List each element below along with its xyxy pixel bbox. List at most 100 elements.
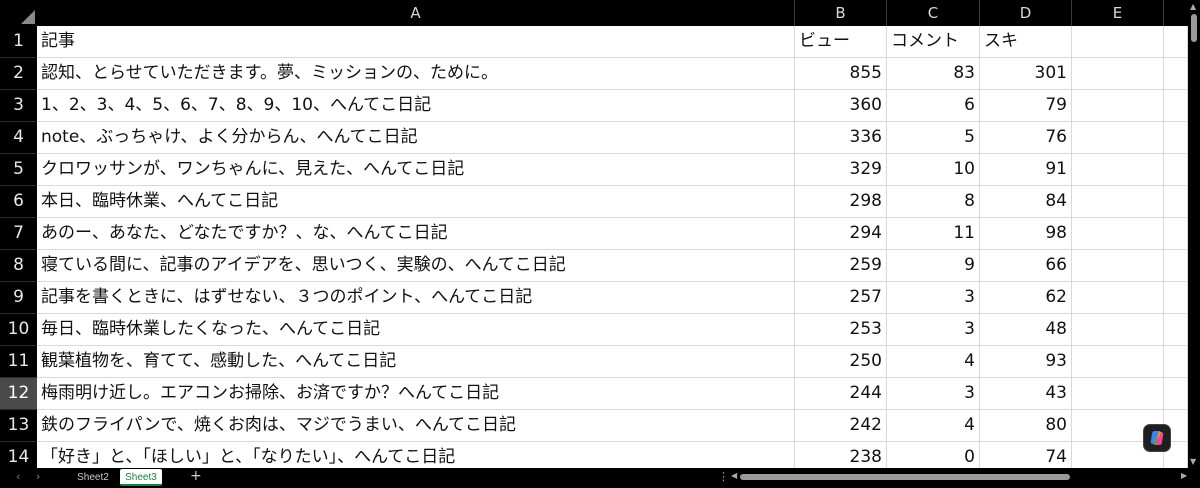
- cell-d5[interactable]: 91: [980, 154, 1072, 186]
- horizontal-scrollbar[interactable]: [740, 474, 1178, 482]
- row-header[interactable]: 7: [0, 218, 37, 250]
- row-header[interactable]: 1: [0, 26, 37, 58]
- cell-a1[interactable]: 記事: [37, 26, 795, 58]
- cell-f2[interactable]: [1164, 58, 1188, 90]
- cell-d9[interactable]: 62: [980, 282, 1072, 314]
- tab-sheet3[interactable]: Sheet3: [120, 469, 162, 486]
- column-header-e[interactable]: E: [1072, 0, 1164, 26]
- cell-d10[interactable]: 48: [980, 314, 1072, 346]
- cell-f12[interactable]: [1164, 378, 1188, 410]
- vertical-scrollbar[interactable]: ▲ ▼: [1188, 0, 1200, 468]
- cell-e6[interactable]: [1072, 186, 1164, 218]
- row-header[interactable]: 12: [0, 378, 37, 410]
- cell-b5[interactable]: 329: [795, 154, 887, 186]
- cell-d8[interactable]: 66: [980, 250, 1072, 282]
- cell-d7[interactable]: 98: [980, 218, 1072, 250]
- column-header-a[interactable]: A: [37, 0, 795, 26]
- cell-f10[interactable]: [1164, 314, 1188, 346]
- cell-e5[interactable]: [1072, 154, 1164, 186]
- cell-c6[interactable]: 8: [887, 186, 980, 218]
- row-header[interactable]: 10: [0, 314, 37, 346]
- cell-a9[interactable]: 記事を書くときに、はずせない、３つのポイント、へんてこ日記: [37, 282, 795, 314]
- row-header[interactable]: 4: [0, 122, 37, 154]
- cell-a13[interactable]: 鉄のフライパンで、焼くお肉は、マジでうまい、へんてこ日記: [37, 410, 795, 442]
- row-header[interactable]: 2: [0, 58, 37, 90]
- cell-d11[interactable]: 93: [980, 346, 1072, 378]
- cell-c11[interactable]: 4: [887, 346, 980, 378]
- cell-f11[interactable]: [1164, 346, 1188, 378]
- cell-c9[interactable]: 3: [887, 282, 980, 314]
- cell-a8[interactable]: 寝ている間に、記事のアイデアを、思いつく、実験の、へんてこ日記: [37, 250, 795, 282]
- cell-a3[interactable]: 1、2、3、4、5、6、7、8、9、10、へんてこ日記: [37, 90, 795, 122]
- cell-d3[interactable]: 79: [980, 90, 1072, 122]
- row-header[interactable]: 13: [0, 410, 37, 442]
- cell-e7[interactable]: [1072, 218, 1164, 250]
- cell-a14[interactable]: 「好き」と、「ほしい」と、「なりたい」、へんてこ日記: [37, 442, 795, 468]
- cell-c1[interactable]: コメント: [887, 26, 980, 58]
- scroll-right-icon[interactable]: ▶: [1181, 471, 1187, 480]
- cell-b11[interactable]: 250: [795, 346, 887, 378]
- cell-a4[interactable]: note、ぶっちゃけ、よく分からん、へんてこ日記: [37, 122, 795, 154]
- prev-sheet-icon[interactable]: ‹: [16, 470, 20, 483]
- row-header[interactable]: 5: [0, 154, 37, 186]
- cell-a5[interactable]: クロワッサンが、ワンちゃんに、見えた、へんてこ日記: [37, 154, 795, 186]
- cell-f8[interactable]: [1164, 250, 1188, 282]
- row-header[interactable]: 3: [0, 90, 37, 122]
- cell-c3[interactable]: 6: [887, 90, 980, 122]
- cell-c5[interactable]: 10: [887, 154, 980, 186]
- cell-b6[interactable]: 298: [795, 186, 887, 218]
- cell-e3[interactable]: [1072, 90, 1164, 122]
- cell-d4[interactable]: 76: [980, 122, 1072, 154]
- cell-b1[interactable]: ビュー: [795, 26, 887, 58]
- cell-b7[interactable]: 294: [795, 218, 887, 250]
- cell-b14[interactable]: 238: [795, 442, 887, 468]
- cell-d12[interactable]: 43: [980, 378, 1072, 410]
- cell-a12[interactable]: 梅雨明け近し。エアコンお掃除、お済ですか？へんてこ日記: [37, 378, 795, 410]
- cell-b2[interactable]: 855: [795, 58, 887, 90]
- cell-f1[interactable]: [1164, 26, 1188, 58]
- row-header[interactable]: 8: [0, 250, 37, 282]
- scroll-left-icon[interactable]: ◀: [731, 471, 737, 480]
- cell-f7[interactable]: [1164, 218, 1188, 250]
- copilot-button[interactable]: [1143, 424, 1171, 452]
- column-header-b[interactable]: B: [795, 0, 887, 26]
- cell-b3[interactable]: 360: [795, 90, 887, 122]
- vertical-scroll-thumb[interactable]: [1191, 14, 1197, 42]
- cell-d2[interactable]: 301: [980, 58, 1072, 90]
- add-sheet-button[interactable]: +: [190, 468, 202, 484]
- row-header[interactable]: 14: [0, 442, 37, 468]
- cell-b4[interactable]: 336: [795, 122, 887, 154]
- cell-a7[interactable]: あのー、あなた、どなたですか？、な、へんてこ日記: [37, 218, 795, 250]
- cell-f4[interactable]: [1164, 122, 1188, 154]
- cell-d13[interactable]: 80: [980, 410, 1072, 442]
- cell-e11[interactable]: [1072, 346, 1164, 378]
- cell-e12[interactable]: [1072, 378, 1164, 410]
- cell-e1[interactable]: [1072, 26, 1164, 58]
- cell-e8[interactable]: [1072, 250, 1164, 282]
- cell-a6[interactable]: 本日、臨時休業、へんてこ日記: [37, 186, 795, 218]
- cell-c2[interactable]: 83: [887, 58, 980, 90]
- cell-e4[interactable]: [1072, 122, 1164, 154]
- cell-e9[interactable]: [1072, 282, 1164, 314]
- select-all-button[interactable]: [0, 0, 38, 26]
- cell-b12[interactable]: 244: [795, 378, 887, 410]
- column-header-c[interactable]: C: [887, 0, 980, 26]
- cell-a10[interactable]: 毎日、臨時休業したくなった、へんてこ日記: [37, 314, 795, 346]
- row-header[interactable]: 11: [0, 346, 37, 378]
- scroll-down-icon[interactable]: ▼: [1190, 457, 1196, 466]
- cell-f9[interactable]: [1164, 282, 1188, 314]
- cell-b8[interactable]: 259: [795, 250, 887, 282]
- cell-a2[interactable]: 認知、とらせていただきます。夢、ミッションの、ために。: [37, 58, 795, 90]
- next-sheet-icon[interactable]: ›: [36, 470, 40, 483]
- cell-b13[interactable]: 242: [795, 410, 887, 442]
- cell-c13[interactable]: 4: [887, 410, 980, 442]
- cell-b10[interactable]: 253: [795, 314, 887, 346]
- cell-d1[interactable]: スキ: [980, 26, 1072, 58]
- cell-c8[interactable]: 9: [887, 250, 980, 282]
- cell-c7[interactable]: 11: [887, 218, 980, 250]
- horizontal-scroll-thumb[interactable]: [740, 474, 1070, 480]
- cell-c12[interactable]: 3: [887, 378, 980, 410]
- more-options-icon[interactable]: ⋮: [718, 470, 729, 483]
- cell-d6[interactable]: 84: [980, 186, 1072, 218]
- tab-sheet2[interactable]: Sheet2: [66, 469, 120, 486]
